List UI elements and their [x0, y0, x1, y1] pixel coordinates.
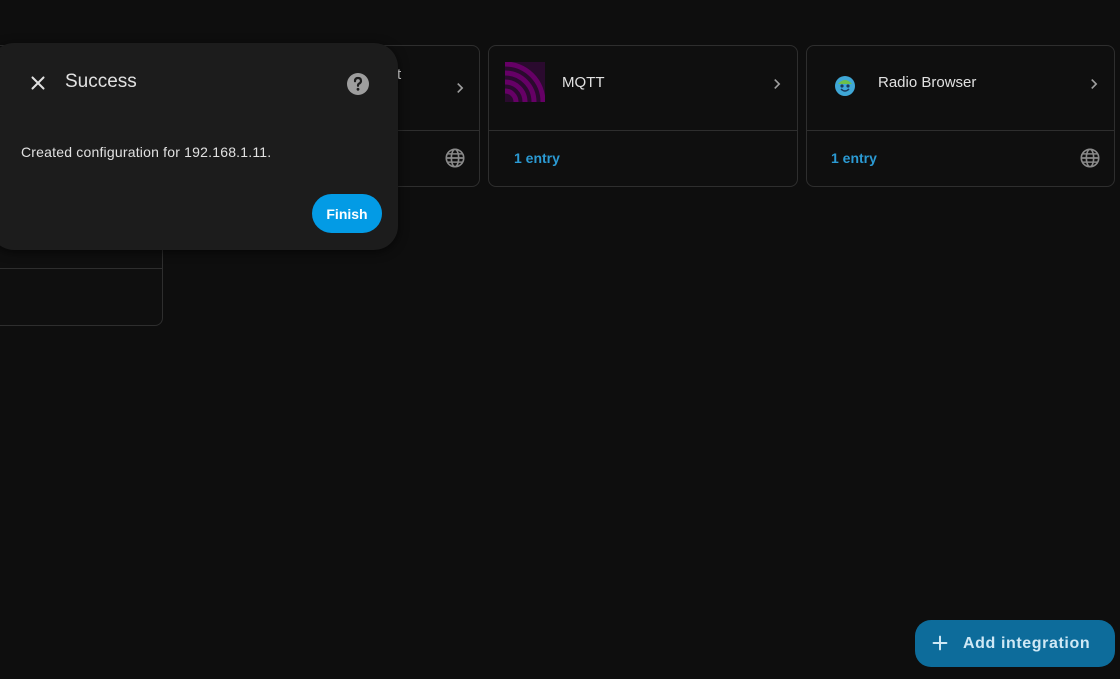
dialog-title: Success — [65, 71, 137, 92]
entries-link[interactable]: 1 entry — [831, 150, 877, 166]
integration-card-radio-browser[interactable]: Radio Browser 1 entry — [806, 45, 1115, 187]
plus-icon — [932, 635, 948, 651]
globe-icon[interactable] — [1079, 147, 1101, 169]
dialog-message: Created configuration for 192.168.1.11. — [21, 144, 272, 160]
help-circle-icon[interactable] — [346, 72, 370, 96]
success-dialog: Success Created configuration for 192.16… — [0, 43, 398, 250]
add-integration-label: Add integration — [963, 635, 1091, 652]
radio-browser-logo-icon — [835, 76, 855, 96]
close-icon[interactable] — [27, 72, 49, 94]
add-integration-button[interactable]: Add integration — [915, 620, 1115, 667]
card-divider — [0, 268, 162, 269]
mqtt-logo-icon — [505, 62, 545, 102]
finish-button[interactable]: Finish — [312, 194, 382, 233]
chevron-right-icon[interactable] — [1084, 74, 1104, 94]
entries-link[interactable]: 1 entry — [514, 150, 560, 166]
globe-icon[interactable] — [444, 147, 466, 169]
card-title: MQTT — [562, 74, 605, 91]
card-title: Radio Browser — [878, 74, 977, 91]
integrations-page: t MQTT 1 entry Radio Browser 1 entry Suc… — [0, 0, 1120, 679]
chevron-right-icon[interactable] — [767, 74, 787, 94]
chevron-right-icon[interactable] — [450, 78, 470, 98]
integration-card-mqtt[interactable]: MQTT 1 entry — [488, 45, 798, 187]
